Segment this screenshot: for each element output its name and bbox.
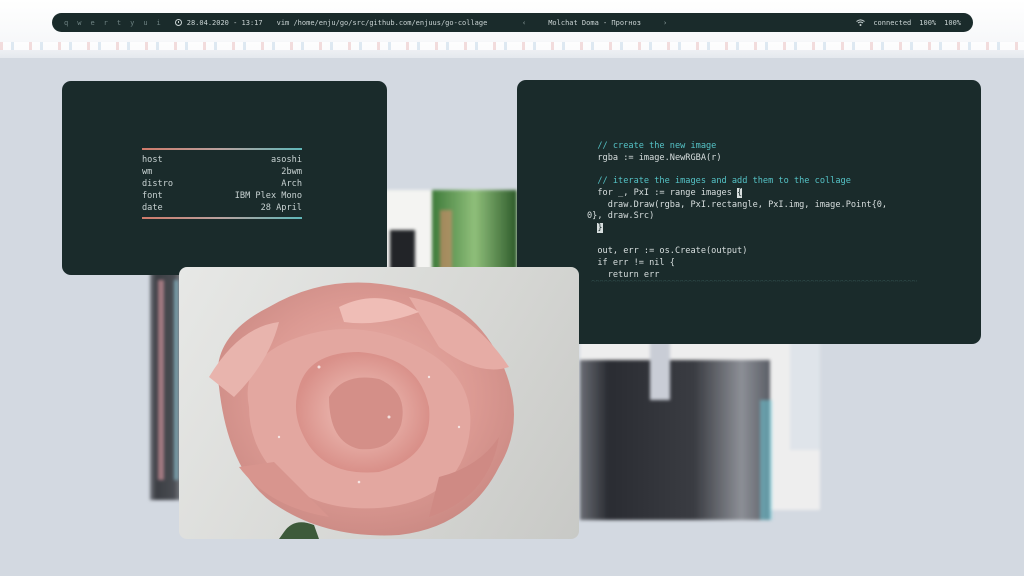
code-line: if err != nil { xyxy=(587,258,675,269)
wallpaper-glitch-strip xyxy=(0,42,1024,50)
network-status: connected xyxy=(873,18,912,27)
fetch-value: 28 April xyxy=(260,203,302,213)
workspace-3[interactable]: e xyxy=(90,19,94,27)
status-bar: q w e r t y u i 28.04.2020 - 13:17 vim /… xyxy=(52,13,973,32)
code-line: 0}, draw.Src) xyxy=(587,211,655,222)
media-controls: ‹ Molchat Doma - Прогноз › xyxy=(522,19,667,27)
workspace-1[interactable]: q xyxy=(64,19,68,27)
code-line: for _, PxI := range images xyxy=(587,187,738,198)
code-comment: // iterate the images and add them to th… xyxy=(587,176,851,187)
window-title: vim /home/enju/go/src/github.com/enjuus/… xyxy=(276,18,488,27)
workspace-6[interactable]: y xyxy=(130,19,134,27)
workspace-4[interactable]: r xyxy=(104,19,108,27)
system-tray: connected 100% 100% xyxy=(856,19,961,27)
fetch-bottom-rule xyxy=(142,217,302,219)
code-line: return err xyxy=(587,269,660,280)
fetch-row-wm: wm 2bwm xyxy=(142,166,302,178)
media-prev-button[interactable]: ‹ xyxy=(522,19,526,27)
fetch-terminal-window[interactable]: host asoshi wm 2bwm distro Arch font IBM… xyxy=(62,81,387,275)
media-next-button[interactable]: › xyxy=(663,19,667,27)
fetch-key: host xyxy=(142,155,163,165)
fetch-value: 2bwm xyxy=(281,167,302,177)
clock-icon xyxy=(174,19,182,26)
workspace-8[interactable]: i xyxy=(157,19,161,27)
code-comment: // create the new image xyxy=(587,141,717,151)
fetch-key: wm xyxy=(142,167,153,177)
vim-editor-window[interactable]: // create the new image rgba := image.Ne… xyxy=(517,80,981,344)
bracket-match: { xyxy=(737,187,743,198)
rose-photo xyxy=(179,267,579,539)
fetch-value: Arch xyxy=(281,179,302,189)
fetch-row-host: host asoshi xyxy=(142,154,302,166)
code-buffer[interactable]: // create the new image rgba := image.Ne… xyxy=(587,141,887,281)
fetch-value: asoshi xyxy=(270,155,302,165)
workspace-list: q w e r t y u i xyxy=(64,19,161,27)
fetch-top-rule xyxy=(142,148,302,150)
fetch-value: IBM Plex Mono xyxy=(234,191,302,201)
fetch-row-font: font IBM Plex Mono xyxy=(142,190,302,202)
date-time: 28.04.2020 - 13:17 xyxy=(186,18,263,27)
workspace-2[interactable]: w xyxy=(77,19,81,27)
wifi-icon xyxy=(856,19,866,26)
code-line: rgba := image.NewRGBA(r) xyxy=(587,152,722,163)
code-line: draw.Draw(rgba, PxI.rectangle, PxI.img, … xyxy=(587,199,888,210)
workspace-7[interactable]: u xyxy=(143,19,147,27)
fetch-row-date: date 28 April xyxy=(142,202,302,214)
fetch-key: distro xyxy=(142,179,174,189)
workspace-5[interactable]: t xyxy=(117,19,121,27)
battery-level: 100% xyxy=(944,18,961,27)
rose-illustration xyxy=(209,282,515,539)
now-playing: Molchat Doma - Прогноз xyxy=(548,18,641,27)
code-line: out, err := os.Create(output) xyxy=(587,246,748,257)
fetch-row-distro: distro Arch xyxy=(142,178,302,190)
fetch-key: font xyxy=(142,191,163,201)
text-cursor: } xyxy=(597,222,603,233)
volume-level: 100% xyxy=(919,18,937,27)
fetch-key: date xyxy=(142,203,163,213)
error-underline: ^^^^^^^^^^^^^^^^^^^^^^^^^^^^^^^^^^^^^^^^… xyxy=(591,280,917,286)
